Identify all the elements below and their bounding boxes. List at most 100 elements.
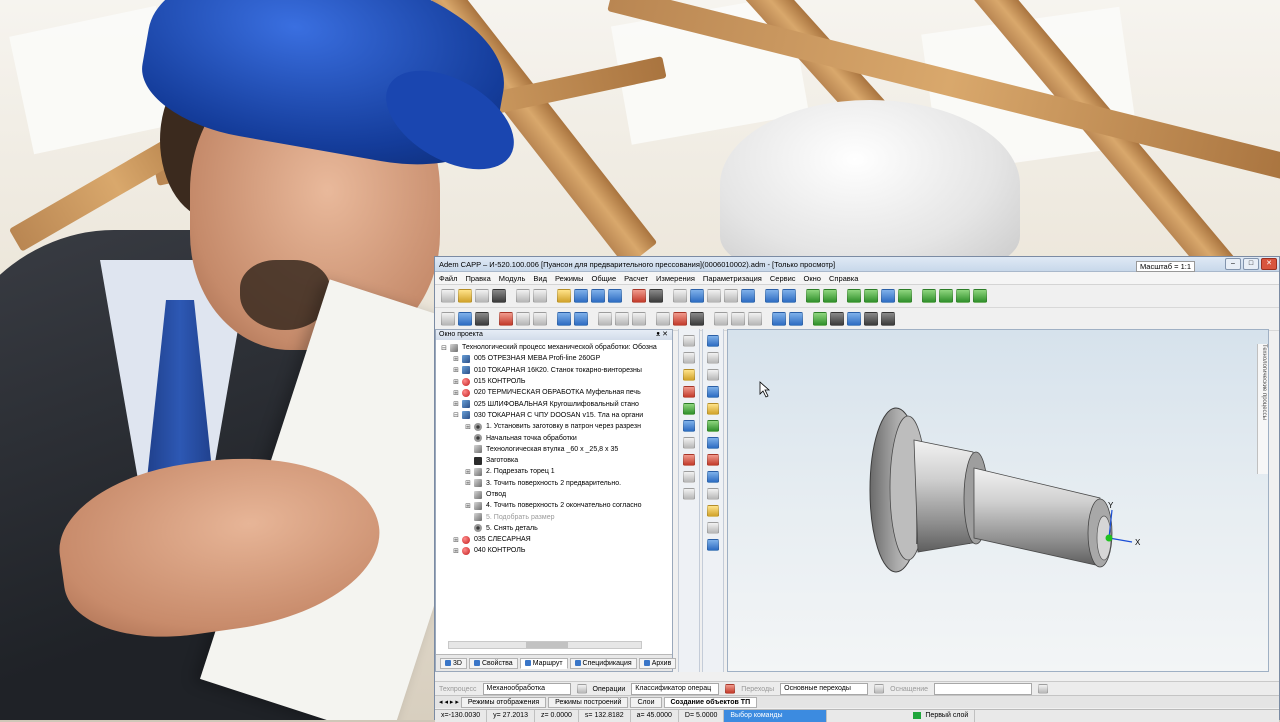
toolbar-tool-icon[interactable] <box>939 289 953 303</box>
tree-node[interactable]: Отвод <box>440 489 672 500</box>
vertical-tool-icon[interactable] <box>707 352 719 364</box>
toolbar-tool-icon[interactable] <box>789 312 803 326</box>
techprocess-select[interactable]: Механообработка <box>482 683 571 695</box>
menu-item-9[interactable]: Сервис <box>770 274 796 283</box>
toolbar-tool-icon[interactable] <box>441 289 455 303</box>
toolbar-tool-icon[interactable] <box>898 289 912 303</box>
vertical-tool-icon[interactable] <box>683 471 695 483</box>
toolbar-tool-icon[interactable] <box>823 289 837 303</box>
toolbar-tool-icon[interactable] <box>632 312 646 326</box>
tab-mode-3[interactable]: Создание объектов ТП <box>663 696 758 708</box>
tree-node[interactable]: ⊞ 1. Установить заготовку в патрон через … <box>440 421 672 432</box>
toolbar-tool-icon[interactable] <box>475 289 489 303</box>
vertical-tool-icon[interactable] <box>707 335 719 347</box>
toolbar-tool-icon[interactable] <box>973 289 987 303</box>
tree-node[interactable]: ⊞ 005 ОТРЕЗНАЯ MEBA Profi-line 260GP <box>440 353 672 364</box>
vertical-tool-icon[interactable] <box>707 522 719 534</box>
toolbar-tool-icon[interactable] <box>690 289 704 303</box>
toolbar-tool-icon[interactable] <box>557 312 571 326</box>
toolbar-tool-icon[interactable] <box>881 289 895 303</box>
toolbar-tool-icon[interactable] <box>598 312 612 326</box>
tree-expander-icon[interactable]: ⊞ <box>464 468 472 476</box>
vertical-tool-icon[interactable] <box>707 454 719 466</box>
panel-pin-close-icon[interactable]: ᴥ ✕ <box>656 330 668 340</box>
tree-node[interactable]: ⊞ 2. Подрезать торец 1 <box>440 466 672 477</box>
toolbar-tool-icon[interactable] <box>673 289 687 303</box>
tree-node[interactable]: 5. Подобрать размер <box>440 511 672 522</box>
vertical-tool-icon[interactable] <box>707 488 719 500</box>
side-panel-tab[interactable]: Технологические процессы <box>1257 344 1268 474</box>
menu-item-7[interactable]: Измерения <box>656 274 695 283</box>
close-button[interactable]: ✕ <box>1261 258 1277 270</box>
toolbar-tool-icon[interactable] <box>765 289 779 303</box>
toolbar-tool-icon[interactable] <box>475 312 489 326</box>
menu-item-0[interactable]: Файл <box>439 274 457 283</box>
toolbar-tool-icon[interactable] <box>772 312 786 326</box>
toolbar-tool-icon[interactable] <box>574 312 588 326</box>
toolbar-tool-icon[interactable] <box>830 312 844 326</box>
toolbar-tool-icon[interactable] <box>806 289 820 303</box>
tree-node[interactable]: ⊞ 025 ШЛИФОВАЛЬНАЯ Кругошлифовальный стан… <box>440 398 672 409</box>
status-layer[interactable]: Первый слой <box>907 710 976 722</box>
tree-node[interactable]: Технологическая втулка _60 х _25,8 х 35 <box>440 444 672 455</box>
tree-expander-icon[interactable]: ⊞ <box>464 423 472 431</box>
tree-expander-icon[interactable]: ⊞ <box>452 547 460 555</box>
minimize-button[interactable]: – <box>1225 258 1241 270</box>
vertical-tool-icon[interactable] <box>683 488 695 500</box>
vertical-tool-icon[interactable] <box>683 352 695 364</box>
toolbar-tool-icon[interactable] <box>516 312 530 326</box>
menu-item-3[interactable]: Вид <box>533 274 547 283</box>
tab-mode-2[interactable]: Слои <box>630 696 662 708</box>
vertical-tool-icon[interactable] <box>683 369 695 381</box>
toolbar-tool-icon[interactable] <box>864 289 878 303</box>
operations-clear-icon[interactable] <box>725 684 736 694</box>
menu-item-1[interactable]: Правка <box>465 274 490 283</box>
toolbar-tool-icon[interactable] <box>956 289 970 303</box>
toolbar-tool-icon[interactable] <box>748 312 762 326</box>
toolbar-tool-icon[interactable] <box>864 312 878 326</box>
tree-horizontal-scrollbar[interactable] <box>448 641 642 649</box>
vertical-tool-icon[interactable] <box>707 539 719 551</box>
menu-item-2[interactable]: Модуль <box>499 274 526 283</box>
tree-node[interactable]: ⊞ 020 ТЕРМИЧЕСКАЯ ОБРАБОТКА Муфельная печ… <box>440 387 672 398</box>
vertical-tool-icon[interactable] <box>707 386 719 398</box>
toolbar-tool-icon[interactable] <box>591 289 605 303</box>
toolbar-tool-icon[interactable] <box>533 289 547 303</box>
toolbar-tool-icon[interactable] <box>714 312 728 326</box>
maximize-button[interactable]: □ <box>1243 258 1259 270</box>
toolbar-tool-icon[interactable] <box>724 289 738 303</box>
tree-expander-icon[interactable]: ⊞ <box>452 378 460 386</box>
toolbar-tool-icon[interactable] <box>847 289 861 303</box>
tree-expander-icon[interactable]: ⊞ <box>452 400 460 408</box>
toolbar-tool-icon[interactable] <box>656 312 670 326</box>
toolbar-tool-icon[interactable] <box>881 312 895 326</box>
3d-viewport[interactable]: X Y Технологические процессы <box>727 329 1269 672</box>
equipment-button-icon[interactable] <box>1038 684 1049 694</box>
menu-item-5[interactable]: Общие <box>591 274 616 283</box>
toolbar-tool-icon[interactable] <box>813 312 827 326</box>
equipment-select[interactable] <box>934 683 1033 695</box>
techprocess-button-icon[interactable] <box>576 684 587 694</box>
toolbar-tool-icon[interactable] <box>847 312 861 326</box>
vertical-tool-icon[interactable] <box>683 386 695 398</box>
vertical-tool-icon[interactable] <box>683 454 695 466</box>
tree-expander-icon[interactable]: ⊞ <box>464 502 472 510</box>
toolbar-tool-icon[interactable] <box>458 312 472 326</box>
tab-project-0[interactable]: 3D <box>440 657 467 669</box>
tree-expander-icon[interactable]: ⊞ <box>452 366 460 374</box>
vertical-tool-icon[interactable] <box>707 437 719 449</box>
menu-item-10[interactable]: Окно <box>804 274 821 283</box>
tree-expander-icon[interactable]: ⊟ <box>440 344 448 352</box>
toolbar-tool-icon[interactable] <box>673 312 687 326</box>
toolbar-tool-icon[interactable] <box>690 312 704 326</box>
toolbar-tool-icon[interactable] <box>782 289 796 303</box>
menu-item-8[interactable]: Параметризация <box>703 274 762 283</box>
tree-node[interactable]: ⊞ 3. Точить поверхность 2 предварительно. <box>440 478 672 489</box>
toolbar-tool-icon[interactable] <box>492 289 506 303</box>
toolbar-tool-icon[interactable] <box>649 289 663 303</box>
toolbar-tool-icon[interactable] <box>516 289 530 303</box>
tree-node[interactable]: ⊞ 010 ТОКАРНАЯ 16К20. Станок токарно-винт… <box>440 365 672 376</box>
tree-node[interactable]: ⊞ 035 СЛЕСАРНАЯ <box>440 534 672 545</box>
tab-project-2[interactable]: Маршрут <box>519 657 568 669</box>
menu-item-11[interactable]: Справка <box>829 274 858 283</box>
